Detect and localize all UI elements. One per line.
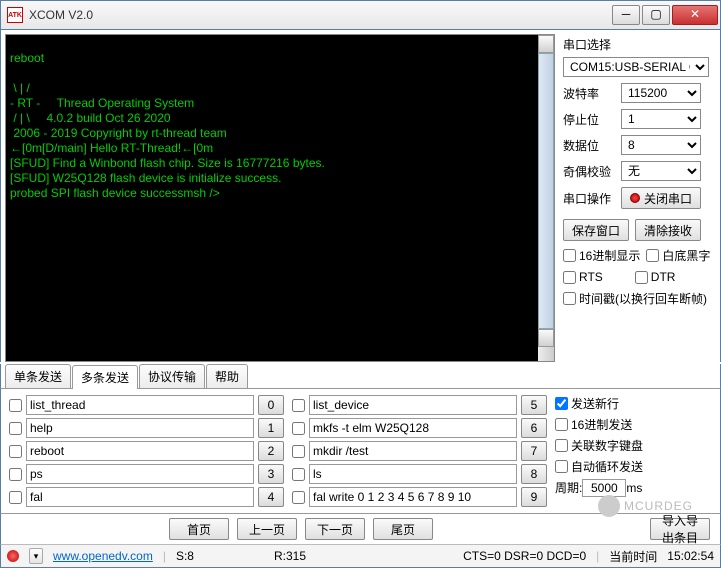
cmd-input[interactable] (26, 395, 254, 415)
cmd-send-button[interactable]: 4 (258, 487, 284, 507)
cmd-send-button[interactable]: 3 (258, 464, 284, 484)
last-page-button[interactable]: 尾页 (373, 518, 433, 540)
op-label: 串口操作 (563, 190, 615, 207)
timestamp-checkbox[interactable]: 时间戳(以换行回车断帧) (563, 290, 707, 307)
clear-recv-button[interactable]: 清除接收 (635, 219, 701, 241)
white-black-checkbox[interactable]: 白底黑字 (646, 247, 710, 264)
watermark: MCURDEG (598, 495, 693, 517)
cmd-enable-checkbox[interactable] (292, 468, 305, 481)
cmd-enable-checkbox[interactable] (9, 399, 22, 412)
record-icon (630, 193, 640, 203)
cmd-row: 3 (9, 464, 284, 484)
window-title: XCOM V2.0 (29, 8, 610, 22)
cmd-send-button[interactable]: 8 (521, 464, 547, 484)
port-section-title: 串口选择 (563, 36, 712, 53)
period-label: 周期: (555, 481, 582, 495)
cmd-row: 0 (9, 395, 284, 415)
cmd-enable-checkbox[interactable] (9, 422, 22, 435)
cmd-row: 1 (9, 418, 284, 438)
cmd-send-button[interactable]: 6 (521, 418, 547, 438)
port-select[interactable]: COM15:USB-SERIAL CH34 (563, 57, 709, 77)
app-icon: ATK (7, 7, 23, 23)
tab-help[interactable]: 帮助 (206, 364, 248, 388)
cmd-input[interactable] (26, 464, 254, 484)
cmd-input[interactable] (309, 418, 517, 438)
cmd-input[interactable] (26, 441, 254, 461)
period-unit: ms (626, 481, 642, 495)
cmd-enable-checkbox[interactable] (9, 445, 22, 458)
cmd-send-button[interactable]: 2 (258, 441, 284, 461)
baud-label: 波特率 (563, 85, 615, 102)
minimize-button[interactable]: ─ (612, 5, 640, 25)
status-bar: ▾ www.openedv.com | S:8 R:315 CTS=0 DSR=… (0, 544, 721, 568)
tab-protocol[interactable]: 协议传输 (139, 364, 205, 388)
cmd-send-button[interactable]: 9 (521, 487, 547, 507)
titlebar: ATK XCOM V2.0 ─ ▢ ✕ (0, 0, 721, 30)
cmd-enable-checkbox[interactable] (292, 491, 305, 504)
cmd-enable-checkbox[interactable] (9, 491, 22, 504)
cmd-row: 6 (292, 418, 547, 438)
cmd-enable-checkbox[interactable] (292, 399, 305, 412)
stop-label: 停止位 (563, 111, 615, 128)
maximize-button[interactable]: ▢ (642, 5, 670, 25)
cmd-enable-checkbox[interactable] (292, 445, 305, 458)
tab-bar: 单条发送 多条发送 协议传输 帮助 (0, 364, 721, 388)
data-label: 数据位 (563, 137, 615, 154)
cmd-enable-checkbox[interactable] (9, 468, 22, 481)
cmd-input[interactable] (309, 487, 517, 507)
cmd-row: 4 (9, 487, 284, 507)
cmd-row: 7 (292, 441, 547, 461)
cmd-send-button[interactable]: 5 (521, 395, 547, 415)
cmd-enable-checkbox[interactable] (292, 422, 305, 435)
cmd-send-button[interactable]: 0 (258, 395, 284, 415)
cmd-send-button[interactable]: 1 (258, 418, 284, 438)
cmd-row: 2 (9, 441, 284, 461)
next-page-button[interactable]: 下一页 (305, 518, 365, 540)
baud-select[interactable]: 115200 (621, 83, 701, 103)
side-panel: 串口选择 COM15:USB-SERIAL CH34 波特率 115200 停止位… (555, 30, 720, 362)
page-nav: 首页 上一页 下一页 尾页 导入导出条目 (0, 514, 721, 544)
cmd-row: 5 (292, 395, 547, 415)
cmd-input[interactable] (26, 418, 254, 438)
save-window-button[interactable]: 保存窗口 (563, 219, 629, 241)
dtr-checkbox[interactable]: DTR (635, 270, 676, 284)
prev-page-button[interactable]: 上一页 (237, 518, 297, 540)
data-select[interactable]: 8 (621, 135, 701, 155)
cmd-input[interactable] (26, 487, 254, 507)
port-op-button[interactable]: 关闭串口 (621, 187, 701, 209)
status-led-icon (7, 550, 19, 562)
first-page-button[interactable]: 首页 (169, 518, 229, 540)
parity-label: 奇偶校验 (563, 163, 615, 180)
tab-single-send[interactable]: 单条发送 (5, 364, 71, 388)
terminal-scrollbar[interactable] (538, 35, 554, 361)
import-export-button[interactable]: 导入导出条目 (650, 518, 710, 540)
autoloop-checkbox[interactable]: 自动循环发送 (555, 458, 643, 475)
rts-checkbox[interactable]: RTS (563, 270, 603, 284)
hex-send-checkbox[interactable]: 16进制发送 (555, 416, 643, 433)
hex-show-checkbox[interactable]: 16进制显示 (563, 247, 640, 264)
stop-select[interactable]: 1 (621, 109, 701, 129)
close-button[interactable]: ✕ (672, 5, 718, 25)
send-newline-checkbox[interactable]: 发送新行 (555, 395, 643, 412)
cmd-row: 8 (292, 464, 547, 484)
numpad-checkbox[interactable]: 关联数字键盘 (555, 437, 643, 454)
status-dropdown-icon[interactable]: ▾ (29, 548, 43, 564)
tab-multi-send[interactable]: 多条发送 (72, 365, 138, 389)
time-label: 当前时间 (609, 548, 657, 565)
parity-select[interactable]: 无 (621, 161, 701, 181)
cmd-input[interactable] (309, 464, 517, 484)
terminal-output: reboot \ | / - RT - Thread Operating Sys… (5, 34, 555, 362)
cmd-row: 9 (292, 487, 547, 507)
cmd-input[interactable] (309, 441, 517, 461)
cmd-send-button[interactable]: 7 (521, 441, 547, 461)
cmd-input[interactable] (309, 395, 517, 415)
